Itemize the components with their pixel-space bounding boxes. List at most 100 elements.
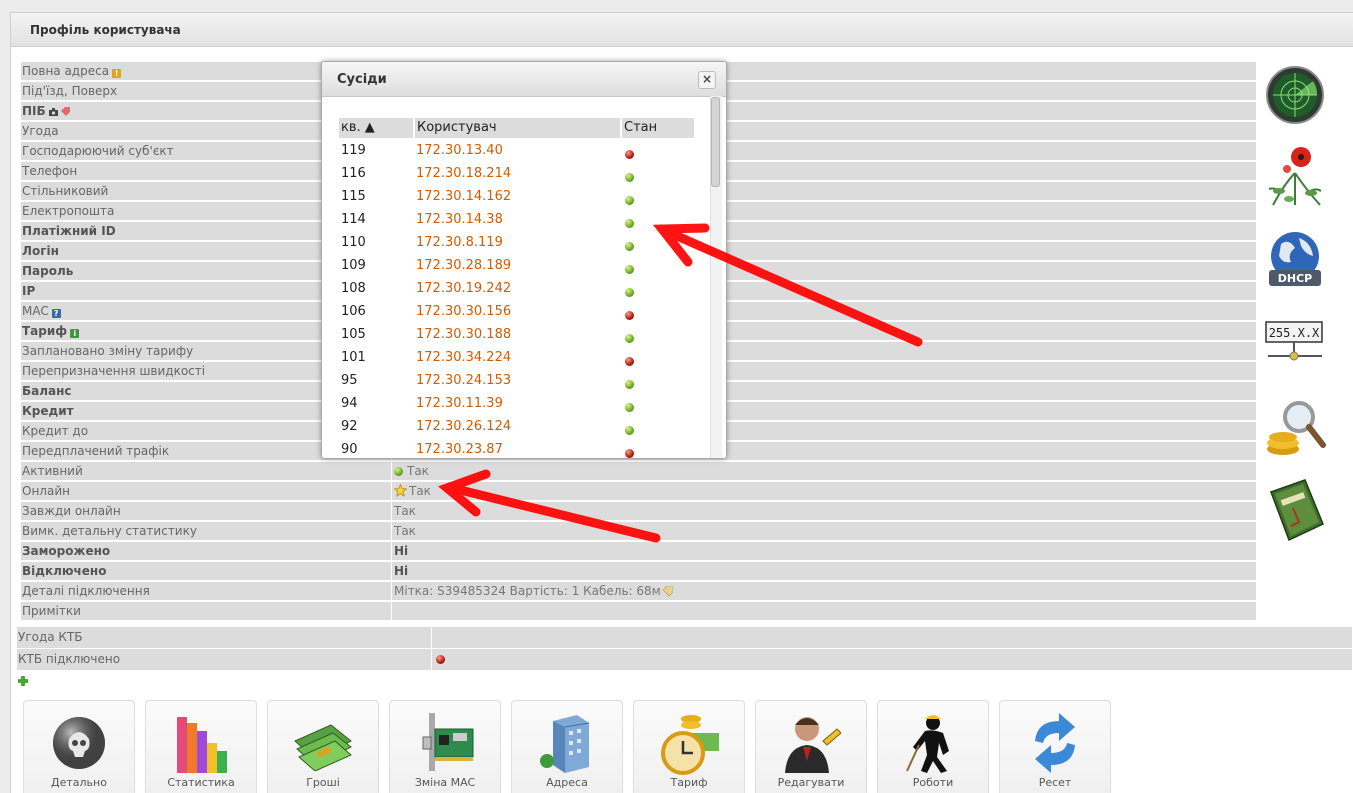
field-value: Ні bbox=[392, 562, 1256, 580]
dialog-header[interactable]: Сусіди × bbox=[322, 62, 726, 97]
apartment-number: 90 bbox=[341, 442, 358, 457]
skull-icon bbox=[53, 717, 105, 769]
user-ip-link[interactable]: 172.30.11.39 bbox=[416, 392, 503, 415]
apartment-number: 101 bbox=[341, 350, 366, 365]
toolbar-label: Детально bbox=[51, 776, 107, 789]
add-icon[interactable] bbox=[17, 675, 29, 687]
user-ip-link[interactable]: 172.30.18.214 bbox=[416, 162, 511, 185]
field-value bbox=[392, 602, 1256, 620]
field-value: Так bbox=[392, 522, 1256, 540]
scrollbar-thumb[interactable] bbox=[711, 97, 720, 187]
apartment-number: 94 bbox=[341, 396, 358, 411]
field-label-text: Онлайн bbox=[22, 484, 70, 498]
table-row: 101 172.30.34.224 bbox=[339, 346, 699, 369]
toolbar-button-change-mac[interactable]: Зміна MAC bbox=[389, 700, 501, 793]
bar-chart-icon bbox=[177, 717, 227, 773]
user-ip-link[interactable]: 172.30.28.189 bbox=[416, 254, 511, 277]
help-icon[interactable]: ? bbox=[51, 309, 61, 318]
field-label: Примітки bbox=[21, 602, 391, 620]
tag-icon[interactable] bbox=[662, 583, 674, 600]
info-icon[interactable]: i bbox=[70, 329, 80, 338]
status-offline-icon bbox=[625, 449, 634, 458]
toolbar-button-statistics[interactable]: Статистика bbox=[145, 700, 257, 793]
field-label: Заморожено bbox=[21, 542, 391, 560]
user-ip-link[interactable]: 172.30.19.242 bbox=[416, 277, 511, 300]
radar-icon[interactable] bbox=[1265, 65, 1325, 125]
apartment-number: 114 bbox=[341, 212, 366, 227]
table-row: 114 172.30.14.38 bbox=[339, 208, 699, 231]
user-ip-link[interactable]: 172.30.26.124 bbox=[416, 415, 511, 438]
table-row: 115 172.30.14.162 bbox=[339, 185, 699, 208]
status-online-icon bbox=[625, 265, 634, 274]
column-header-state[interactable]: Стан bbox=[622, 118, 694, 138]
dhcp-globe-icon[interactable]: DHCP bbox=[1265, 230, 1325, 290]
table-row: 94 172.30.11.39 bbox=[339, 392, 699, 415]
refresh-icon bbox=[1035, 713, 1075, 773]
toolbar-button-reset[interactable]: Ресет bbox=[999, 700, 1111, 793]
table-row: 110 172.30.8.119 bbox=[339, 231, 699, 254]
camera-icon[interactable] bbox=[48, 108, 58, 117]
green-dot-icon bbox=[394, 467, 403, 476]
field-label-text: Стільниковий bbox=[22, 184, 109, 198]
toolbar-button-address[interactable]: Адреса bbox=[511, 700, 623, 793]
field-label-text: MAC bbox=[22, 304, 49, 318]
neighbors-dialog: Сусіди × кв. ▲ Користувач Стан 119 172.30… bbox=[321, 61, 727, 459]
user-ip-link[interactable]: 172.30.14.38 bbox=[416, 208, 503, 231]
status-offline-icon bbox=[625, 357, 634, 366]
toolbar-label: Ресет bbox=[1038, 776, 1072, 789]
user-ip-link[interactable]: 172.30.30.188 bbox=[416, 323, 511, 346]
field-label-text: Вимк. детальну статистику bbox=[22, 524, 197, 538]
apartment-number: 115 bbox=[341, 189, 366, 204]
apartment-number: 95 bbox=[341, 373, 358, 388]
field-value-text: Так bbox=[409, 484, 431, 498]
field-label-text: Активний bbox=[22, 464, 83, 478]
user-ip-link[interactable]: 172.30.13.40 bbox=[416, 139, 503, 162]
user-ip-link[interactable]: 172.30.14.162 bbox=[416, 185, 511, 208]
apartment-number: 105 bbox=[341, 327, 366, 342]
coins-magnifier-icon[interactable] bbox=[1265, 395, 1326, 455]
network-card-icon bbox=[422, 713, 474, 771]
table-row: 95 172.30.24.153 bbox=[339, 369, 699, 392]
status-cell bbox=[625, 216, 634, 230]
user-ip-link[interactable]: 172.30.24.153 bbox=[416, 369, 511, 392]
table-row: 106 172.30.30.156 bbox=[339, 300, 699, 323]
field-label-text: Телефон bbox=[22, 164, 78, 178]
field-label: Завжди онлайн bbox=[21, 502, 391, 520]
user-ip-link[interactable]: 172.30.34.224 bbox=[416, 346, 511, 369]
ip-mask-icon[interactable]: 255.X.X bbox=[1265, 320, 1325, 380]
pension-book-icon[interactable] bbox=[1265, 478, 1325, 542]
user-ip-link[interactable]: 172.30.23.87 bbox=[416, 438, 503, 458]
flower-icon[interactable] bbox=[1265, 143, 1325, 206]
status-cell bbox=[625, 377, 634, 391]
tag-red-icon[interactable] bbox=[60, 107, 70, 116]
table-row: 109 172.30.28.189 bbox=[339, 254, 699, 277]
toolbar-label: Зміна MAC bbox=[414, 776, 476, 789]
toolbar-button-tariff[interactable]: Тариф bbox=[633, 700, 745, 793]
ktb-label: Угода КТБ bbox=[17, 627, 431, 648]
status-cell bbox=[625, 331, 634, 345]
column-header-kv[interactable]: кв. ▲ bbox=[339, 118, 413, 138]
field-label-text: Кредит до bbox=[22, 424, 89, 438]
table-row: 116 172.30.18.214 bbox=[339, 162, 699, 185]
column-header-user[interactable]: Користувач bbox=[415, 118, 620, 138]
close-button[interactable]: × bbox=[698, 71, 716, 89]
warning-icon[interactable]: ! bbox=[112, 69, 122, 78]
field-value-text: Так bbox=[394, 524, 416, 538]
toolbar-button-works[interactable]: Роботи bbox=[877, 700, 989, 793]
toolbar-button-detail[interactable]: Детально bbox=[23, 700, 135, 793]
worker-icon bbox=[906, 715, 949, 773]
field-value-text: Так bbox=[394, 504, 416, 518]
user-ip-link[interactable]: 172.30.8.119 bbox=[416, 231, 503, 254]
status-cell bbox=[625, 446, 634, 458]
apartment-number: 119 bbox=[341, 143, 366, 158]
field-value-text: Так bbox=[407, 464, 429, 478]
user-ip-link[interactable]: 172.30.30.156 bbox=[416, 300, 511, 323]
table-row: 108 172.30.19.242 bbox=[339, 277, 699, 300]
field-value: Ні bbox=[392, 542, 1256, 560]
page-title: Профіль користувача bbox=[30, 23, 181, 37]
toolbar-button-money[interactable]: Гроші bbox=[267, 700, 379, 793]
field-label-text: Перепризначення швидкості bbox=[22, 364, 206, 378]
status-online-icon bbox=[625, 242, 634, 251]
toolbar-button-edit[interactable]: Редагувати bbox=[755, 700, 867, 793]
field-label-text: Тариф bbox=[22, 324, 68, 338]
